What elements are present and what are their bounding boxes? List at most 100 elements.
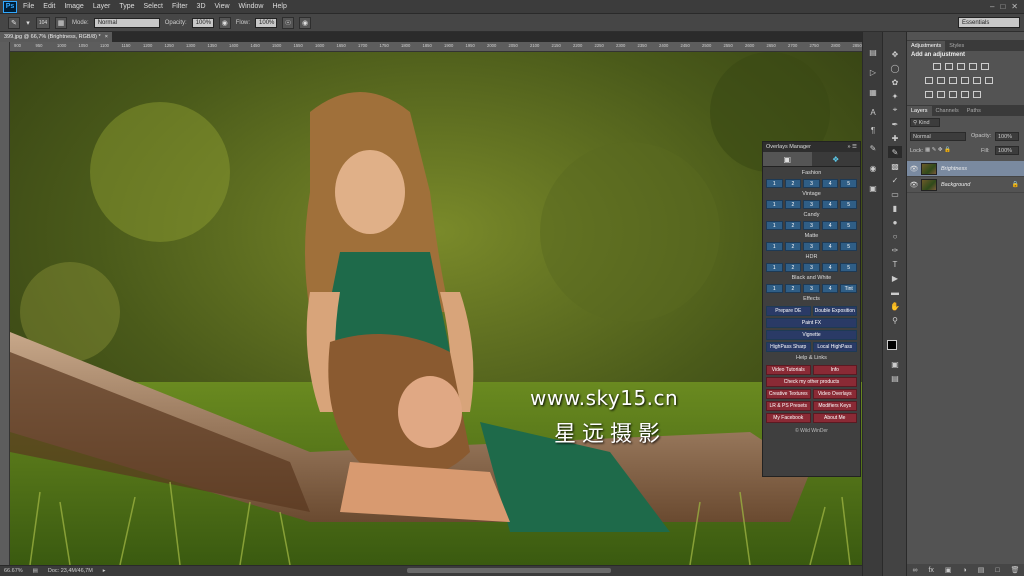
- workspace-select[interactable]: Essentials: [958, 17, 1020, 28]
- pressure-size-icon[interactable]: ◉: [299, 16, 312, 29]
- local-highpass-button[interactable]: Local HighPass: [812, 342, 857, 352]
- add-mask-icon[interactable]: ▣: [945, 566, 952, 574]
- color-lookup-adjust-icon[interactable]: [985, 77, 993, 84]
- airbrush-icon[interactable]: ☉: [282, 16, 295, 29]
- horizontal-scrollbar[interactable]: [407, 568, 611, 573]
- actions-icon[interactable]: ▷: [866, 66, 880, 78]
- brush-tool-icon[interactable]: ✎: [888, 146, 902, 158]
- chevron-down-icon[interactable]: ▾: [25, 17, 31, 29]
- brush-panel-icon[interactable]: ▦: [55, 16, 67, 29]
- double-exposition-button[interactable]: Double Exposition: [812, 306, 857, 316]
- panel-menu-icon[interactable]: » ☰: [847, 144, 857, 150]
- levels-adjust-icon[interactable]: [945, 63, 953, 70]
- fashion-1-button[interactable]: 1: [766, 179, 783, 188]
- bw-1-button[interactable]: 1: [766, 284, 783, 293]
- bw-3-button[interactable]: 3: [803, 284, 820, 293]
- photo-filter-adjust-icon[interactable]: [961, 77, 969, 84]
- matte-1-button[interactable]: 1: [766, 242, 783, 251]
- menu-select[interactable]: Select: [144, 3, 163, 10]
- fashion-2-button[interactable]: 2: [784, 179, 802, 188]
- modifiers-keys-button[interactable]: Modifiers Keys: [812, 401, 857, 411]
- facebook-button[interactable]: My Facebook: [766, 413, 811, 423]
- dodge-tool-icon[interactable]: ○: [888, 230, 902, 242]
- menu-file[interactable]: File: [23, 3, 34, 10]
- clone-stamp-tool-icon[interactable]: ▩: [888, 160, 902, 172]
- navigator-icon[interactable]: ◉: [866, 162, 880, 174]
- pressure-opacity-icon[interactable]: ◉: [218, 16, 231, 29]
- hdr-1-button[interactable]: 1: [766, 263, 783, 272]
- bw-2-button[interactable]: 2: [784, 284, 802, 293]
- paragraph-icon[interactable]: ¶: [866, 124, 880, 136]
- close-icon[interactable]: ✕: [1011, 2, 1018, 11]
- vignette-button[interactable]: Vignette: [766, 330, 857, 340]
- exposure-adjust-icon[interactable]: [969, 63, 977, 70]
- brightness-adjust-icon[interactable]: [933, 63, 941, 70]
- color-balance-adjust-icon[interactable]: [937, 77, 945, 84]
- vintage-3-button[interactable]: 3: [803, 200, 820, 209]
- bw-adjust-icon[interactable]: [949, 77, 957, 84]
- move-tool-icon[interactable]: ✥: [888, 48, 902, 60]
- layer-filter-select[interactable]: ⚲ Kind: [910, 118, 940, 127]
- highpass-sharp-button[interactable]: HighPass Sharp: [766, 342, 811, 352]
- menu-help[interactable]: Help: [272, 3, 286, 10]
- zoom-tool-icon[interactable]: ⚲: [888, 314, 902, 326]
- restore-icon[interactable]: □: [1000, 2, 1005, 11]
- curves-adjust-icon[interactable]: [957, 63, 965, 70]
- matte-4-button[interactable]: 4: [821, 242, 839, 251]
- video-tutorials-button[interactable]: Video Tutorials: [766, 365, 811, 375]
- image-canvas[interactable]: [10, 52, 862, 565]
- doc-info[interactable]: Doc: 23,4M/46,7M: [48, 568, 93, 574]
- fill-input[interactable]: 100%: [995, 146, 1019, 155]
- hue-adjust-icon[interactable]: [925, 77, 933, 84]
- visibility-eye-icon[interactable]: 👁: [907, 165, 921, 173]
- visibility-eye-icon[interactable]: 👁: [907, 181, 921, 189]
- hdr-5-button[interactable]: 5: [840, 263, 857, 272]
- candy-1-button[interactable]: 1: [766, 221, 783, 230]
- overlays-icon[interactable]: ▣: [866, 182, 880, 194]
- menu-image[interactable]: Image: [64, 3, 83, 10]
- presets-button[interactable]: LR & PS Presets: [766, 401, 811, 411]
- layer-row-brightness[interactable]: 👁 Brightness: [907, 161, 1024, 177]
- lasso-tool-icon[interactable]: ✿: [888, 76, 902, 88]
- layer-row-background[interactable]: 👁 Background 🔒: [907, 177, 1024, 193]
- candy-2-button[interactable]: 2: [784, 221, 802, 230]
- new-group-icon[interactable]: ▤: [978, 566, 985, 574]
- path-select-tool-icon[interactable]: ▶: [888, 272, 902, 284]
- hand-tool-icon[interactable]: ✋: [888, 300, 902, 312]
- document-tab[interactable]: 399.jpg @ 66,7% (Brightness, RGB/8) * ×: [0, 32, 112, 42]
- image-tab-icon[interactable]: ▣: [763, 152, 812, 166]
- hdr-4-button[interactable]: 4: [821, 263, 839, 272]
- quick-mask-icon[interactable]: ▣: [888, 358, 902, 370]
- menu-view[interactable]: View: [215, 3, 230, 10]
- candy-3-button[interactable]: 3: [803, 221, 820, 230]
- blur-tool-icon[interactable]: ●: [888, 216, 902, 228]
- type-tool-icon[interactable]: T: [888, 258, 902, 270]
- minimize-icon[interactable]: –: [990, 2, 994, 11]
- video-overlays-button[interactable]: Video Overlays: [812, 389, 857, 399]
- menu-3d[interactable]: 3D: [197, 3, 206, 10]
- tab-paths[interactable]: Paths: [963, 106, 985, 116]
- export-icon[interactable]: ▤: [33, 568, 38, 574]
- menu-layer[interactable]: Layer: [93, 3, 111, 10]
- history-icon[interactable]: ▤: [866, 46, 880, 58]
- new-layer-icon[interactable]: □: [995, 567, 999, 574]
- flow-input[interactable]: 100%: [255, 17, 278, 28]
- fashion-4-button[interactable]: 4: [821, 179, 839, 188]
- tab-adjustments[interactable]: Adjustments: [907, 41, 946, 51]
- vintage-5-button[interactable]: 5: [840, 200, 857, 209]
- layer-style-icon[interactable]: fx: [928, 567, 933, 574]
- foreground-color-swatch[interactable]: [887, 340, 897, 350]
- effects-tab-icon[interactable]: ❖: [811, 152, 860, 166]
- channel-mixer-adjust-icon[interactable]: [973, 77, 981, 84]
- bw-4-button[interactable]: 4: [821, 284, 839, 293]
- gradient-tool-icon[interactable]: ▮: [888, 202, 902, 214]
- swatches-icon[interactable]: ▦: [866, 86, 880, 98]
- vintage-2-button[interactable]: 2: [784, 200, 802, 209]
- candy-5-button[interactable]: 5: [840, 221, 857, 230]
- brush-presets-icon[interactable]: ✎: [866, 142, 880, 154]
- vibrance-adjust-icon[interactable]: [981, 63, 989, 70]
- posterize-adjust-icon[interactable]: [937, 91, 945, 98]
- tab-layers[interactable]: Layers: [907, 106, 932, 116]
- threshold-adjust-icon[interactable]: [949, 91, 957, 98]
- tab-styles[interactable]: Styles: [945, 41, 968, 51]
